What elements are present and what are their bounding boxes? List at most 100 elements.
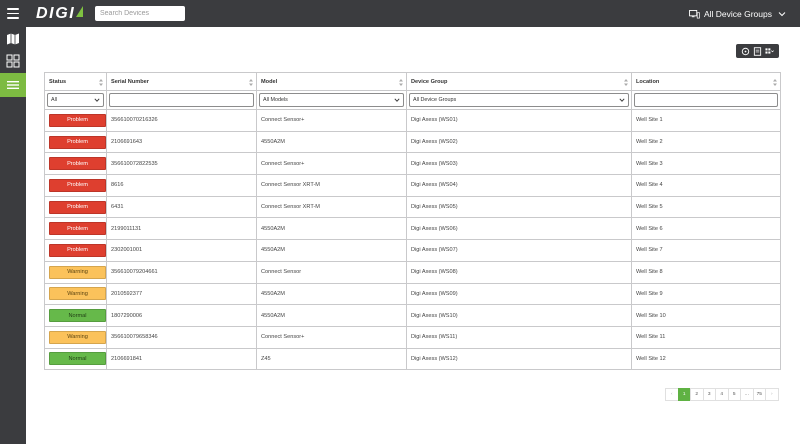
serial-number-cell[interactable]: 2302001001 (106, 239, 257, 262)
chevron-down-icon (394, 98, 400, 102)
filter-cell-status: All (44, 90, 107, 110)
serial-number-cell[interactable]: 2199011131 (106, 217, 257, 241)
status-filter-select[interactable]: All (47, 93, 104, 107)
sidebar (0, 27, 26, 444)
serial-number-cell[interactable]: 6431 (106, 195, 257, 219)
column-header-label: Status (49, 78, 67, 85)
page-button[interactable]: … (740, 388, 754, 401)
top-bar: DIGI All Device Groups (0, 0, 800, 27)
model-cell: Connect Sensor+ (256, 325, 407, 349)
search-input[interactable] (95, 6, 185, 21)
column-header-status[interactable]: Status (44, 72, 107, 91)
serial-number-cell[interactable]: 2106691841 (106, 347, 257, 371)
columns-button[interactable] (765, 46, 775, 56)
device-group-selector[interactable]: All Device Groups (689, 7, 786, 21)
column-header-location[interactable]: Location (631, 72, 781, 91)
status-badge[interactable]: Warning (49, 287, 106, 301)
status-cell: Problem (44, 152, 107, 176)
serial-number-cell[interactable]: 356610070216326 (106, 109, 257, 132)
table-row[interactable]: Normal 1807290006 4550A2M Digi Axess (WS10)… (44, 304, 781, 327)
refresh-icon (741, 47, 749, 55)
export-button[interactable] (752, 46, 762, 56)
serial-filter-input[interactable] (109, 93, 254, 107)
page-button[interactable]: 5 (727, 388, 741, 401)
device-group-cell: Digi Axess (WS01) (406, 109, 632, 132)
device-group-cell: Digi Axess (WS05) (406, 195, 632, 219)
view-toolbar (736, 44, 779, 58)
pagination: ‹ 1 2 3 4 5… 75 › (665, 388, 779, 401)
model-filter-select[interactable]: All Models (259, 93, 404, 107)
status-badge[interactable]: Warning (49, 265, 106, 279)
table-row[interactable]: Problem 2302001001 4550A2M Digi Axess (WS07… (44, 239, 781, 262)
device-group-cell: Digi Axess (WS07) (406, 239, 632, 262)
table-row[interactable]: Problem 2106691643 4550A2M Digi Axess (WS02… (44, 130, 781, 154)
page-button[interactable]: 2 (690, 388, 704, 401)
table-row[interactable]: Warning 356610079204661 Connect Sensor Digi… (44, 260, 781, 284)
status-badge[interactable]: Problem (49, 200, 106, 214)
status-cell: Problem (44, 174, 107, 197)
dashboard-icon (6, 54, 20, 68)
table-row[interactable]: Problem 356610070216326 Connect Sensor+ Dig… (44, 109, 781, 132)
sidebar-item-dashboard[interactable] (0, 49, 26, 73)
logo-text: DIGI (36, 5, 76, 22)
serial-number-cell[interactable]: 356610079658346 (106, 325, 257, 349)
serial-number-cell[interactable]: 2106691643 (106, 130, 257, 154)
location-cell: Well Site 3 (631, 152, 781, 176)
model-cell: Connect Sensor XRT-M (256, 195, 407, 219)
grid-columns-icon (765, 47, 775, 54)
location-cell: Well Site 12 (631, 347, 781, 371)
page-button[interactable]: 4 (715, 388, 729, 401)
status-badge[interactable]: Problem (49, 135, 106, 149)
table-row[interactable]: Problem 8616 Connect Sensor XRT-M Digi Axes… (44, 174, 781, 197)
status-badge[interactable]: Problem (49, 157, 106, 171)
status-badge[interactable]: Problem (49, 178, 106, 192)
group-filter-value: All Device Groups (413, 97, 457, 103)
column-header-model[interactable]: Model (256, 72, 407, 91)
status-badge[interactable]: Problem (49, 222, 106, 236)
status-badge[interactable]: Warning (49, 330, 106, 344)
table-row[interactable]: Warning 2010592377 4550A2M Digi Axess (WS09… (44, 282, 781, 306)
refresh-button[interactable] (740, 46, 750, 56)
column-header-serial-number[interactable]: Serial Number (106, 72, 257, 91)
model-cell: 4550A2M (256, 282, 407, 306)
page-button[interactable]: 75 (752, 388, 766, 401)
serial-number-cell[interactable]: 8616 (106, 174, 257, 197)
hamburger-menu-icon[interactable] (7, 8, 19, 19)
status-badge[interactable]: Normal (49, 352, 106, 366)
table-row[interactable]: Warning 356610079658346 Connect Sensor+ Dig… (44, 325, 781, 349)
chevron-down-icon (778, 12, 786, 17)
sort-icon (99, 79, 103, 86)
filter-cell-serial (106, 90, 257, 110)
column-header-device-group[interactable]: Device Group (406, 72, 632, 91)
page-button[interactable]: 1 (677, 388, 691, 401)
serial-number-cell[interactable]: 1807290006 (106, 304, 257, 327)
group-filter-select[interactable]: All Device Groups (409, 93, 629, 107)
prev-page-button[interactable]: ‹ (665, 388, 679, 401)
location-filter-input[interactable] (634, 93, 778, 107)
device-group-label: All Device Groups (703, 9, 772, 19)
status-badge[interactable]: Normal (49, 309, 106, 323)
sort-icon (399, 79, 403, 86)
next-page-button[interactable]: › (765, 388, 779, 401)
sidebar-item-list[interactable] (0, 73, 26, 97)
status-badge[interactable]: Problem (49, 113, 106, 127)
digi-logo[interactable]: DIGI (36, 5, 84, 22)
location-cell: Well Site 9 (631, 282, 781, 306)
column-header-label: Location (636, 78, 660, 85)
page-button[interactable]: 3 (702, 388, 716, 401)
device-group-cell: Digi Axess (WS11) (406, 325, 632, 349)
table-header-row: Status Serial Number Model Device Group … (44, 72, 781, 91)
device-group-cell: Digi Axess (WS08) (406, 260, 632, 284)
status-cell: Normal (44, 347, 107, 371)
table-row[interactable]: Problem 356610072822535 Connect Sensor+ Dig… (44, 152, 781, 176)
table-row[interactable]: Normal 2106691841 Z45 Digi Axess (WS12) Well… (44, 347, 781, 371)
serial-number-cell[interactable]: 356610079204661 (106, 260, 257, 284)
serial-number-cell[interactable]: 2010592377 (106, 282, 257, 306)
serial-number-cell[interactable]: 356610072822535 (106, 152, 257, 176)
table-row[interactable]: Problem 2199011131 4550A2M Digi Axess (WS06… (44, 217, 781, 241)
status-badge[interactable]: Problem (49, 243, 106, 257)
sidebar-item-map[interactable] (0, 27, 26, 51)
table-row[interactable]: Problem 6431 Connect Sensor XRT-M Digi Axes… (44, 195, 781, 219)
list-icon (7, 81, 19, 89)
column-header-label: Serial Number (111, 78, 149, 85)
